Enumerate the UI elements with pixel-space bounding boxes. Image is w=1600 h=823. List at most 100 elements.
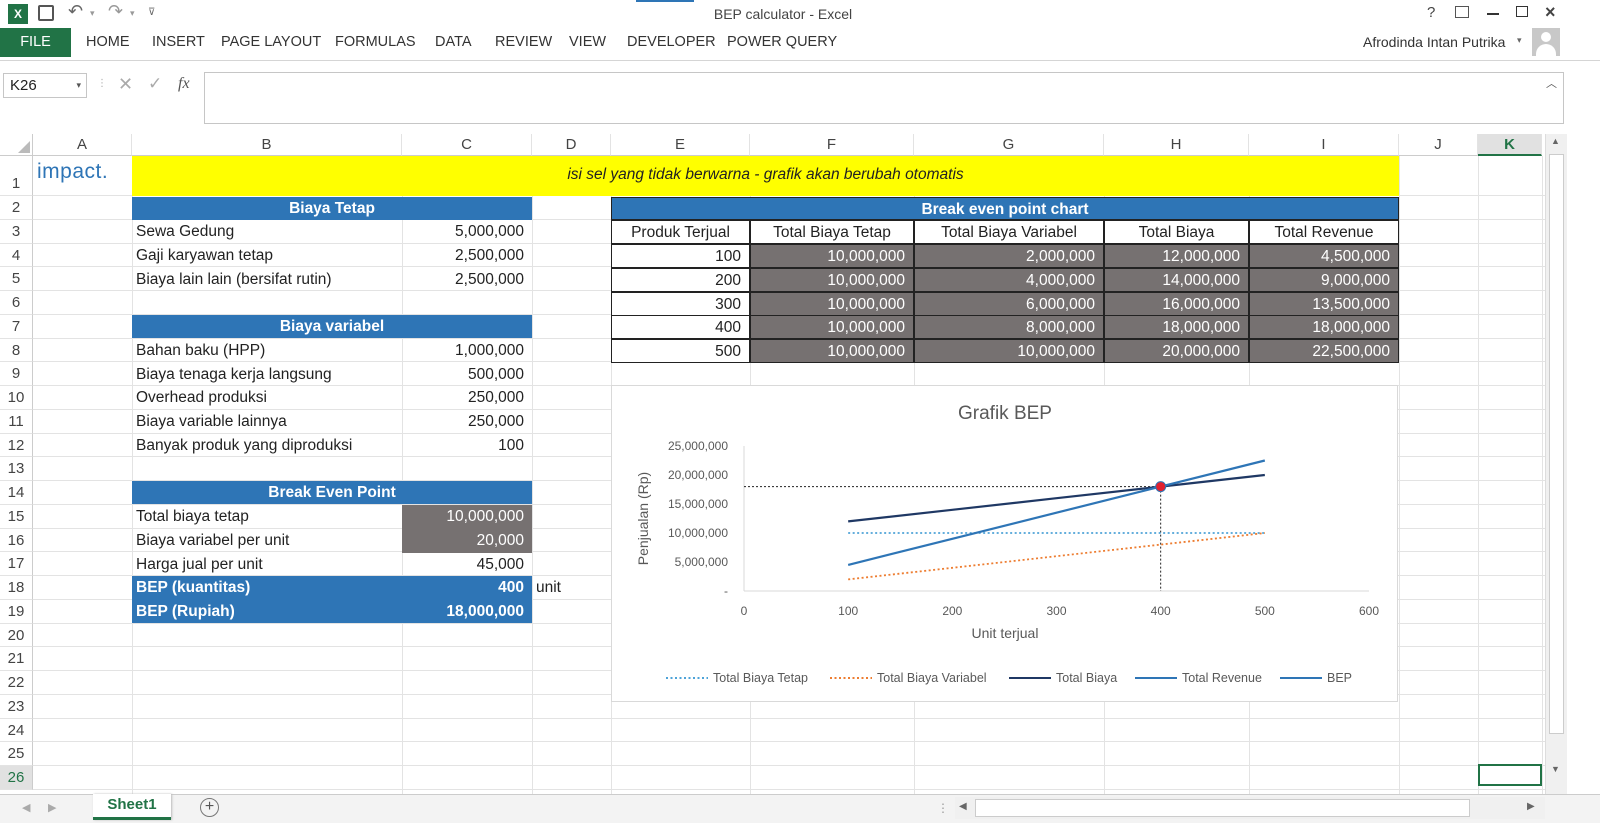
bep-table-cell-total-biaya-variabel[interactable]: 6,000,000 xyxy=(914,291,1104,316)
selected-cell-k26[interactable] xyxy=(1478,764,1542,786)
user-dropdown-icon[interactable]: ▾ xyxy=(1517,35,1522,46)
restore-icon[interactable] xyxy=(1516,6,1528,17)
tab-home[interactable]: HOME xyxy=(86,34,130,50)
gaji-karyawan-value[interactable]: 2,500,000 xyxy=(402,244,532,268)
row-header-12[interactable]: 12 xyxy=(0,433,33,458)
bep-qty-unit[interactable]: unit xyxy=(532,576,611,600)
scroll-right-icon[interactable]: ▶ xyxy=(1527,801,1535,812)
bep-table-cell-total-biaya-tetap[interactable]: 10,000,000 xyxy=(750,339,914,363)
bep-table-cell-total-revenue[interactable]: 9,000,000 xyxy=(1249,267,1399,292)
row-header-22[interactable]: 22 xyxy=(0,671,33,695)
bep-table-col-total-biaya[interactable]: Total Biaya xyxy=(1104,220,1249,244)
tab-power-query[interactable]: POWER QUERY xyxy=(727,34,837,50)
row-header-24[interactable]: 24 xyxy=(0,718,33,743)
bep-table-cell-total-biaya[interactable]: 16,000,000 xyxy=(1104,291,1249,316)
tab-split-handle[interactable]: ⋮ xyxy=(937,801,949,815)
add-sheet-icon[interactable]: + xyxy=(200,798,219,817)
sewa-gedung-label[interactable]: Sewa Gedung xyxy=(132,220,402,244)
bep-table-cell-total-revenue[interactable]: 22,500,000 xyxy=(1249,339,1399,363)
bep-table-cell-total-revenue[interactable]: 4,500,000 xyxy=(1249,244,1399,268)
bep-table-cell-total-revenue[interactable]: 18,000,000 xyxy=(1249,315,1399,340)
cancel-formula-icon[interactable]: ✕ xyxy=(118,74,133,95)
bep-rp-value[interactable]: 18,000,000 xyxy=(402,600,532,624)
name-box[interactable]: K26 ▾ xyxy=(3,73,87,98)
avatar[interactable] xyxy=(1532,28,1560,56)
minimize-icon[interactable] xyxy=(1487,13,1499,15)
insert-function-icon[interactable]: fx xyxy=(178,75,190,93)
row-header-19[interactable]: 19 xyxy=(0,599,33,624)
tab-view[interactable]: VIEW xyxy=(569,34,606,50)
tenaga-kerja-value[interactable]: 500,000 xyxy=(402,363,532,387)
bep-rp-label[interactable]: BEP (Rupiah) xyxy=(132,600,402,624)
variable-lainnya-label[interactable]: Biaya variable lainnya xyxy=(132,410,402,434)
row-header-10[interactable]: 10 xyxy=(0,386,33,410)
bep-qty-label[interactable]: BEP (kuantitas) xyxy=(132,576,402,600)
bep-table-cell-produk-terjual[interactable]: 300 xyxy=(611,291,750,316)
bep-table-col-produk-terjual[interactable]: Produk Terjual xyxy=(611,220,750,244)
sheet-tab-sheet1[interactable]: Sheet1 xyxy=(93,794,171,820)
banyak-produk-label[interactable]: Banyak produk yang diproduksi xyxy=(132,434,402,458)
prev-sheet-icon[interactable]: ◀ xyxy=(22,801,30,814)
bep-chart[interactable]: Grafik BEP - 5,000,000 10,000,000 15,000,000… xyxy=(611,385,1398,702)
row-header-15[interactable]: 15 xyxy=(0,504,33,529)
ribbon-display-icon[interactable] xyxy=(1455,6,1469,18)
horizontal-scroll-thumb[interactable] xyxy=(975,799,1470,817)
file-tab[interactable]: FILE xyxy=(0,28,71,57)
harga-jual-value[interactable]: 45,000 xyxy=(402,553,532,577)
select-all-corner[interactable] xyxy=(0,134,33,156)
row-header-1[interactable]: 1 xyxy=(0,156,33,196)
bep-table-cell-produk-terjual[interactable]: 200 xyxy=(611,267,750,292)
bep-table-col-total-revenue[interactable]: Total Revenue xyxy=(1249,220,1399,244)
tab-review[interactable]: REVIEW xyxy=(495,34,552,50)
bep-table-cell-total-biaya-variabel[interactable]: 8,000,000 xyxy=(914,315,1104,340)
bep-table-cell-total-biaya-tetap[interactable]: 10,000,000 xyxy=(750,244,914,268)
bahan-baku-value[interactable]: 1,000,000 xyxy=(402,339,532,363)
enter-formula-icon[interactable]: ✓ xyxy=(148,74,162,94)
row-header-14[interactable]: 14 xyxy=(0,481,33,505)
user-name[interactable]: Afrodinda Intan Putrika xyxy=(1363,34,1505,50)
row-header-13[interactable]: 13 xyxy=(0,457,33,481)
bep-table-cell-total-biaya-variabel[interactable]: 4,000,000 xyxy=(914,267,1104,292)
bep-table-col-total-biaya-variabel[interactable]: Total Biaya Variabel xyxy=(914,220,1104,244)
biaya-lain-label[interactable]: Biaya lain lain (bersifat rutin) xyxy=(132,268,402,292)
bep-table-cell-total-biaya[interactable]: 18,000,000 xyxy=(1104,315,1249,340)
bep-table-cell-produk-terjual[interactable]: 500 xyxy=(611,339,750,363)
col-header-i[interactable]: I xyxy=(1249,134,1399,156)
harga-jual-label[interactable]: Harga jual per unit xyxy=(132,553,402,577)
biaya-variabel-unit-label[interactable]: Biaya variabel per unit xyxy=(132,529,402,553)
vertical-scrollbar[interactable]: ▲ ▼ xyxy=(1545,134,1567,794)
bep-table-cell-total-biaya[interactable]: 14,000,000 xyxy=(1104,267,1249,292)
col-header-h[interactable]: H xyxy=(1104,134,1249,156)
col-header-k[interactable]: K xyxy=(1478,134,1542,156)
col-header-j[interactable]: J xyxy=(1399,134,1478,156)
biaya-variabel-unit-value[interactable]: 20,000 xyxy=(402,529,532,553)
horizontal-scrollbar[interactable]: ◀ ▶ xyxy=(955,797,1545,819)
bep-table-cell-total-biaya-tetap[interactable]: 10,000,000 xyxy=(750,315,914,340)
bep-table-cell-produk-terjual[interactable]: 100 xyxy=(611,244,750,268)
bahan-baku-label[interactable]: Bahan baku (HPP) xyxy=(132,339,402,363)
row-header-20[interactable]: 20 xyxy=(0,623,33,648)
row-header-3[interactable]: 3 xyxy=(0,219,33,244)
help-icon[interactable]: ? xyxy=(1427,4,1435,21)
bep-table-cell-total-biaya-tetap[interactable]: 10,000,000 xyxy=(750,291,914,316)
col-header-g[interactable]: G xyxy=(914,134,1104,156)
total-biaya-tetap-value[interactable]: 10,000,000 xyxy=(402,505,532,529)
row-header-8[interactable]: 8 xyxy=(0,338,33,363)
row-header-17[interactable]: 17 xyxy=(0,552,33,576)
bep-table-cell-total-biaya-variabel[interactable]: 2,000,000 xyxy=(914,244,1104,268)
name-box-dropdown-icon[interactable]: ▾ xyxy=(76,74,81,97)
col-header-d[interactable]: D xyxy=(532,134,611,156)
row-header-23[interactable]: 23 xyxy=(0,694,33,719)
banyak-produk-value[interactable]: 100 xyxy=(402,434,532,458)
row-header-18[interactable]: 18 xyxy=(0,576,33,600)
row-header-9[interactable]: 9 xyxy=(0,362,33,386)
vertical-scroll-thumb[interactable] xyxy=(1549,154,1564,734)
bep-table-col-total-biaya-tetap[interactable]: Total Biaya Tetap xyxy=(750,220,914,244)
bep-table-cell-total-revenue[interactable]: 13,500,000 xyxy=(1249,291,1399,316)
bep-table-cell-total-biaya-variabel[interactable]: 10,000,000 xyxy=(914,339,1104,363)
tab-formulas[interactable]: FORMULAS xyxy=(335,34,416,50)
row-header-25[interactable]: 25 xyxy=(0,742,33,766)
row-header-16[interactable]: 16 xyxy=(0,528,33,553)
biaya-lain-value[interactable]: 2,500,000 xyxy=(402,268,532,292)
bep-qty-value[interactable]: 400 xyxy=(402,576,532,600)
